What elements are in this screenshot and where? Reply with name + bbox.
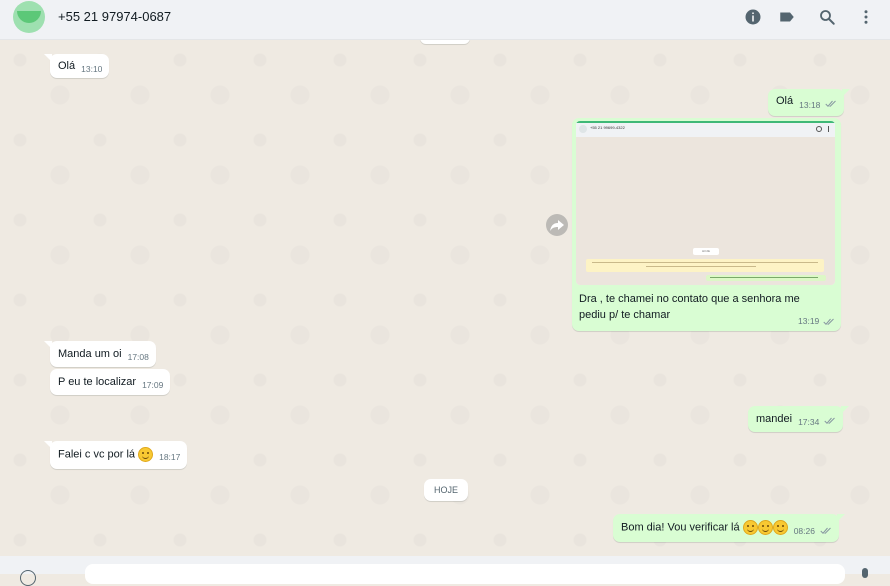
message-text: Falei c vc por lá	[58, 448, 136, 461]
message-time: 17:08	[127, 352, 149, 362]
smiley-emoji-icon	[757, 520, 773, 535]
thumbnail-sent-message	[706, 275, 826, 281]
double-check-icon	[825, 100, 837, 108]
message-time: 17:34	[798, 417, 820, 427]
message-time: 13:18	[799, 100, 821, 110]
message-time: 18:17	[159, 452, 181, 463]
message-text: Manda um oi	[58, 348, 122, 360]
double-check-icon	[823, 318, 834, 325]
message-incoming[interactable]: Olá 13:10	[43, 54, 110, 78]
info-icon[interactable]	[744, 8, 762, 26]
thumbnail-header: +55 21 99699-4322	[576, 121, 835, 137]
thumbnail-notice-banner	[586, 259, 824, 272]
message-time: 17:09	[142, 380, 164, 390]
thumbnail-search-icon	[816, 126, 822, 132]
double-check-icon	[820, 527, 831, 534]
compose-bar	[0, 556, 890, 586]
message-text: mandei	[756, 413, 793, 425]
message-text: Olá	[58, 60, 76, 72]
message-time: 08:26	[793, 526, 815, 537]
message-outgoing-image[interactable]: +55 21 99699-4322 HOJE Dra , te chamei n…	[572, 118, 841, 331]
message-incoming[interactable]: Manda um oi 17:08	[44, 341, 156, 367]
thumbnail-avatar	[579, 125, 587, 133]
avatar-logo-shape	[17, 11, 41, 23]
chat-area[interactable]: Olá 13:10 Olá 13:18 +55 21 99699-4322 HOJE	[0, 40, 890, 556]
smiley-emoji-icon	[772, 520, 788, 535]
message-outgoing[interactable]: Bom dia! Vou verificar lá 08:26	[613, 514, 846, 542]
date-divider: HOJE	[424, 479, 469, 501]
message-incoming[interactable]: Falei c vc por lá 18:17	[43, 441, 188, 469]
message-text: Bom dia! Vou verificar lá	[621, 521, 740, 534]
image-caption: Dra , te chamei no contato que a senhora…	[579, 293, 800, 321]
clipped-date-divider	[420, 40, 470, 44]
message-time: 13:19	[798, 316, 820, 326]
chat-header: +55 21 97974-0687	[0, 0, 890, 40]
message-text: P eu te localizar	[58, 376, 137, 388]
emoji-button[interactable]	[20, 570, 36, 586]
message-outgoing[interactable]: mandei 17:34	[748, 406, 850, 432]
image-attachment[interactable]: +55 21 99699-4322 HOJE	[576, 121, 835, 285]
menu-icon[interactable]	[857, 8, 875, 26]
thumbnail-contact-name: +55 21 99699-4322	[590, 125, 625, 130]
message-incoming[interactable]: P eu te localizar 17:09	[50, 369, 171, 395]
contact-avatar[interactable]	[13, 1, 45, 33]
thumbnail-date-chip: HOJE	[693, 248, 719, 255]
thumbnail-menu-icon	[828, 126, 829, 132]
message-time: 13:10	[81, 64, 103, 74]
smiley-emoji-icon	[742, 520, 758, 535]
message-text: Olá	[776, 95, 794, 107]
contact-name[interactable]: +55 21 97974-0687	[58, 9, 171, 24]
double-check-icon	[824, 417, 836, 425]
forward-icon	[550, 220, 564, 231]
mic-button[interactable]	[862, 568, 868, 578]
label-icon[interactable]	[778, 8, 796, 26]
search-icon[interactable]	[818, 8, 836, 26]
smiley-emoji-icon	[138, 447, 154, 462]
message-outgoing[interactable]: Olá 13:18	[768, 89, 851, 116]
message-input[interactable]	[85, 564, 845, 584]
forward-button[interactable]	[546, 214, 568, 236]
